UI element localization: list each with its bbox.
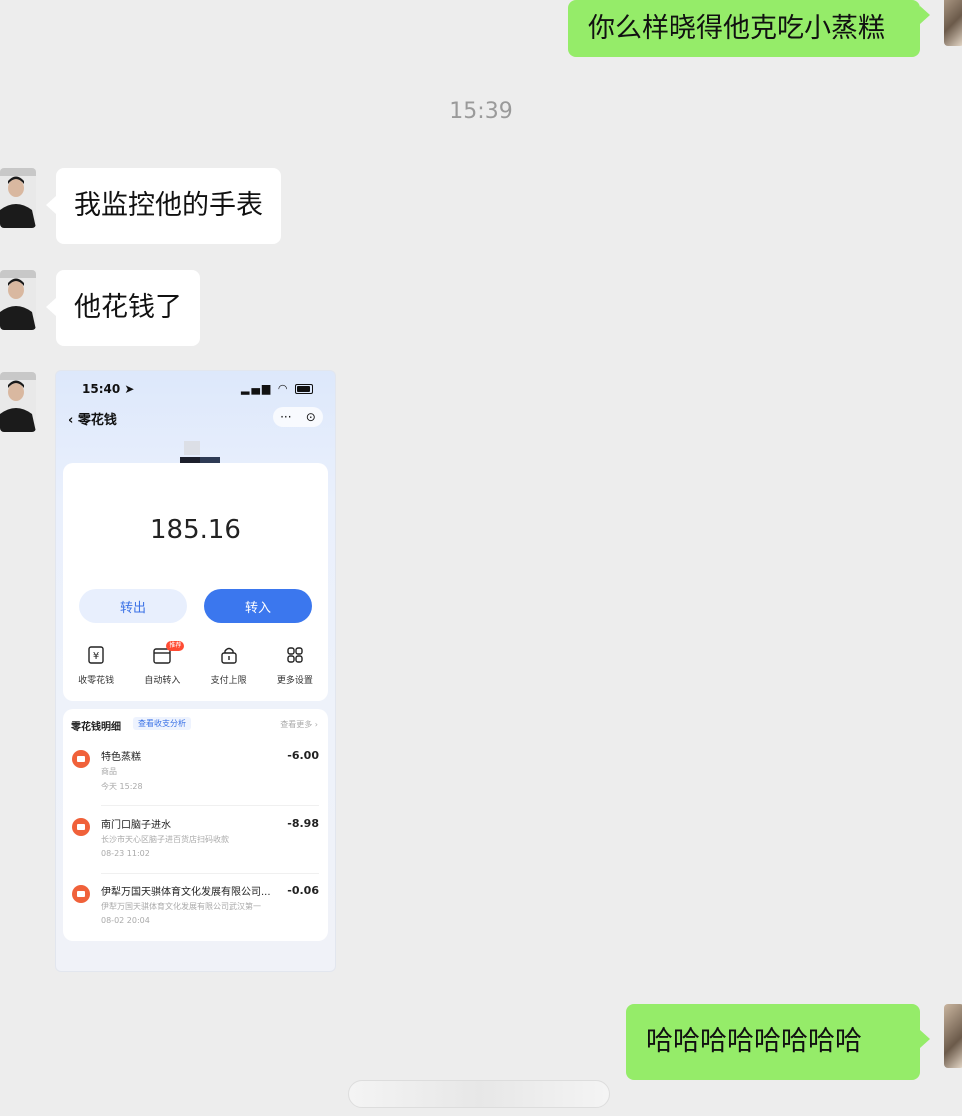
transactions-card: 零花钱明细 查看收支分析 查看更多 › 特色蒸糕 商品 今天 15:28 -6.…	[63, 709, 328, 941]
message-text: 他花钱了	[74, 292, 182, 323]
bubble-tail	[46, 196, 56, 214]
transaction-row: 南门口脑子进水 长沙市天心区脑子进百货店扫码收款 08-23 11:02 -8.…	[63, 811, 328, 877]
wifi-icon: ◠	[277, 382, 290, 395]
avatar-self[interactable]	[944, 0, 962, 46]
back-nav: ‹ 零花钱	[68, 409, 117, 428]
func-receive: ¥ 收零花钱	[66, 645, 126, 686]
analysis-link: 查看收支分析	[133, 717, 191, 730]
message-text: 我监控他的手表	[74, 190, 263, 221]
message-text: 你么样晓得他克吃小蒸糕	[588, 12, 885, 44]
func-more-settings: 更多设置	[265, 645, 325, 686]
miniapp-capsule: ··· ⊙	[273, 407, 323, 427]
message-bubble-incoming[interactable]: 他花钱了	[56, 270, 200, 346]
divider	[101, 873, 319, 874]
location-arrow-icon: ➤	[124, 382, 135, 396]
battery-icon	[295, 384, 313, 394]
func-auto-transfer: 推荐 自动转入	[132, 641, 192, 686]
svg-text:¥: ¥	[93, 651, 99, 662]
avatar-contact[interactable]	[0, 270, 36, 330]
yen-box-icon: ¥	[66, 645, 126, 669]
transaction-row: 特色蒸糕 商品 今天 15:28 -6.00	[63, 743, 328, 809]
person-photo-icon	[0, 372, 36, 432]
avatar-contact[interactable]	[0, 372, 36, 432]
nav-title: 零花钱	[77, 413, 117, 428]
bubble-tail	[920, 6, 930, 24]
message-bubble-incoming[interactable]: 我监控他的手表	[56, 168, 281, 244]
transaction-row: 伊犁万国天骐体育文化发展有限公司... 伊犁万国天骐体育文化发展有限公司武汉第一…	[63, 878, 328, 944]
person-photo-icon	[0, 270, 36, 330]
shop-icon	[72, 750, 90, 768]
message-image-screenshot[interactable]: 15:40 ➤ ▂▄▆ ◠ ‹ 零花钱 ··· ⊙ 185.16 转出 转入 ¥…	[55, 370, 336, 972]
transfer-out-button: 转出	[79, 589, 187, 623]
close-target-icon: ⊙	[305, 410, 316, 424]
chevron-left-icon: ‹	[68, 413, 74, 428]
chat-timestamp: 15:39	[449, 99, 513, 124]
shop-icon	[72, 885, 90, 903]
function-row: ¥ 收零花钱 推荐 自动转入 支付上限 更多设置	[63, 641, 328, 686]
person-photo-icon	[0, 168, 36, 228]
status-icons: ▂▄▆ ◠	[241, 382, 313, 395]
balance-card: 185.16 转出 转入 ¥ 收零花钱 推荐 自动转入 支付上限 更多设置	[63, 463, 328, 701]
divider	[101, 805, 319, 806]
more-icon: ···	[280, 410, 292, 424]
transfer-in-button: 转入	[204, 589, 312, 623]
see-more-link: 查看更多 ›	[280, 720, 318, 729]
message-text: 哈哈哈哈哈哈哈哈	[646, 1026, 862, 1057]
message-bubble-outgoing[interactable]: 哈哈哈哈哈哈哈哈	[626, 1004, 920, 1080]
avatar-contact[interactable]	[0, 168, 36, 228]
shop-icon	[72, 818, 90, 836]
avatar-self[interactable]	[944, 1004, 962, 1068]
status-time: 15:40 ➤	[82, 382, 135, 396]
grid-icon	[265, 645, 325, 669]
lock-icon	[199, 645, 259, 669]
recommend-badge: 推荐	[166, 641, 185, 651]
balance-amount: 185.16	[150, 515, 241, 545]
signal-icon: ▂▄▆	[241, 382, 273, 395]
message-bubble-outgoing[interactable]: 你么样晓得他克吃小蒸糕	[568, 0, 920, 57]
func-pay-limit: 支付上限	[199, 645, 259, 686]
calendar-icon: 推荐	[132, 641, 192, 669]
list-title: 零花钱明细	[71, 722, 121, 733]
bottom-partial-bubble	[348, 1080, 610, 1108]
bubble-tail	[920, 1030, 930, 1048]
bubble-tail	[46, 298, 56, 316]
